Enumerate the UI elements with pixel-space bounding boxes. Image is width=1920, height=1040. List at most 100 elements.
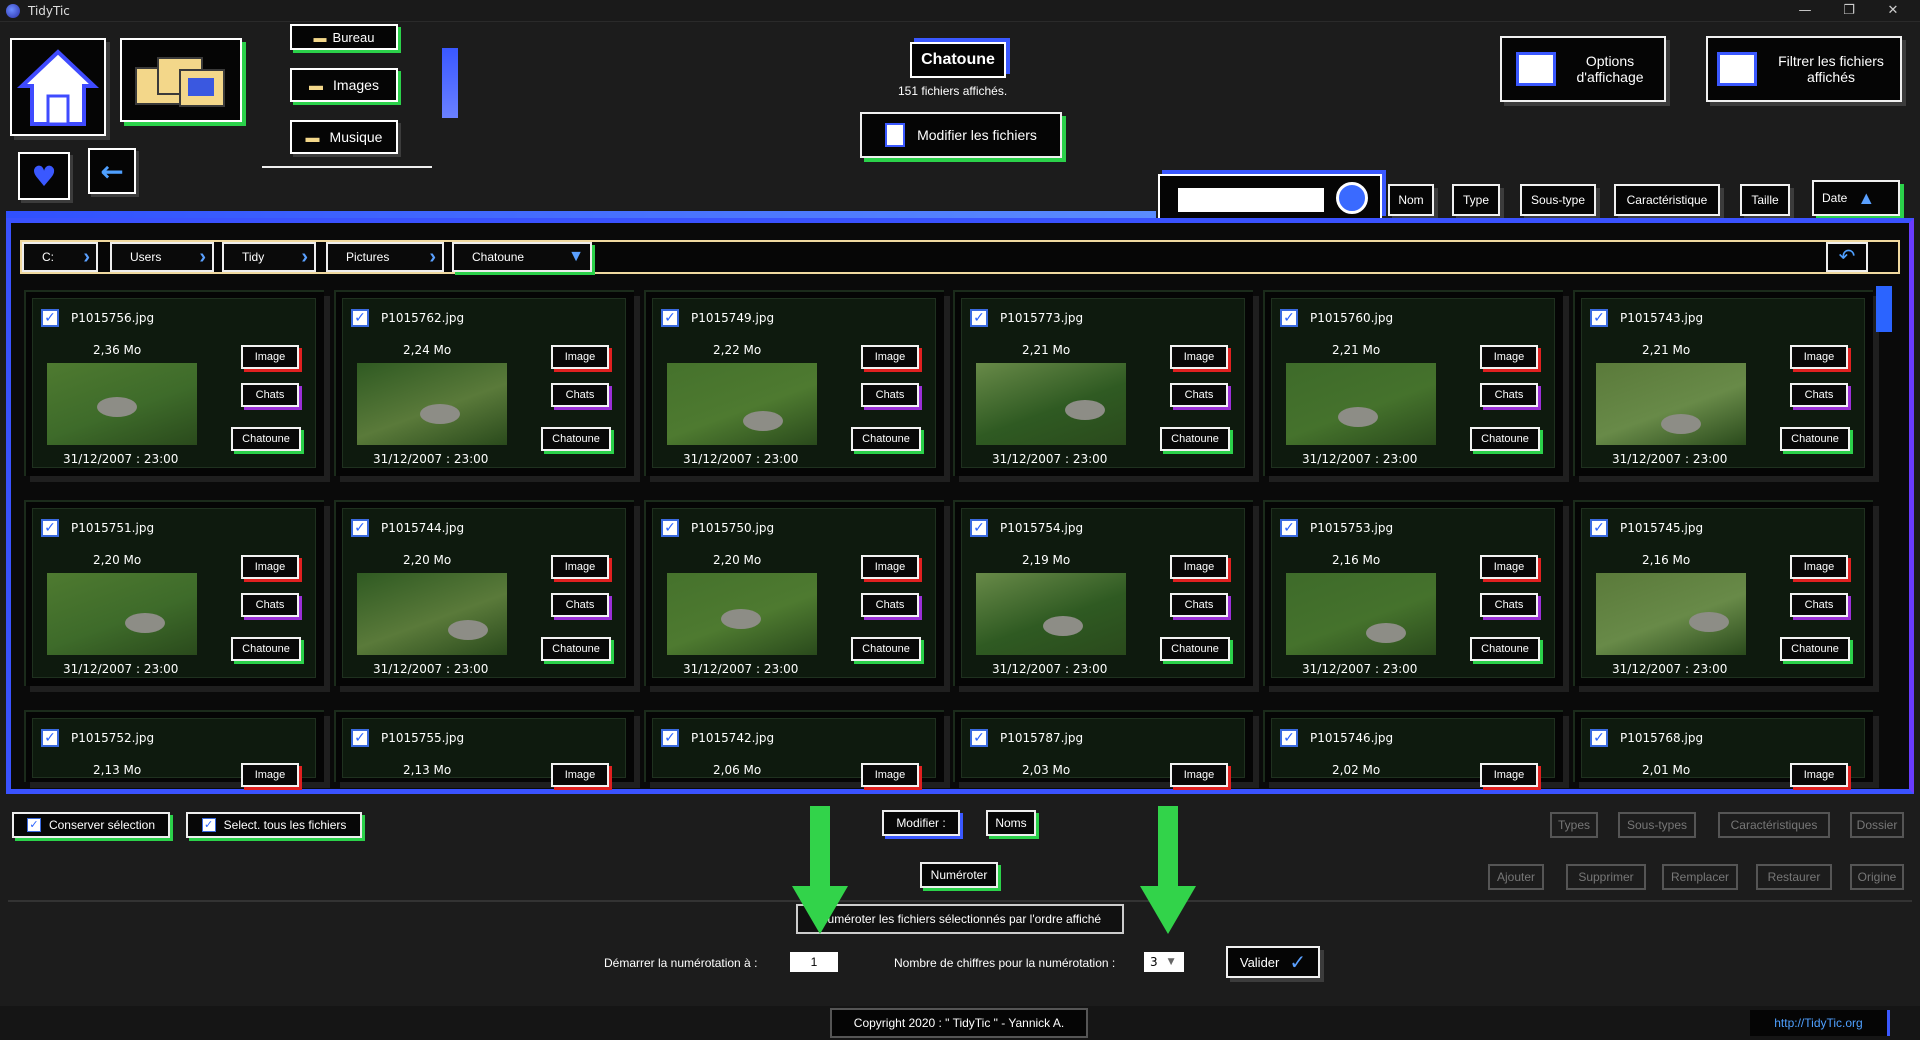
file-checkbox[interactable]: ✓ <box>1590 309 1608 327</box>
type-tag[interactable]: Image <box>1790 763 1848 787</box>
feature-tag[interactable]: Chatoune <box>1160 637 1230 661</box>
subtype-tag[interactable]: Chats <box>241 383 299 407</box>
subtype-tag[interactable]: Chats <box>1480 593 1538 617</box>
sort-type-button[interactable]: Type <box>1452 184 1500 216</box>
search-input[interactable] <box>1178 188 1324 212</box>
types-button[interactable]: Types <box>1550 812 1598 838</box>
file-checkbox[interactable]: ✓ <box>1590 729 1608 747</box>
file-checkbox[interactable]: ✓ <box>41 729 59 747</box>
breadcrumb-item-chatoune[interactable]: Chatoune ▼ <box>452 242 592 272</box>
back-button[interactable]: ← <box>88 148 136 194</box>
subtype-tag[interactable]: Chats <box>861 593 919 617</box>
file-checkbox[interactable]: ✓ <box>970 519 988 537</box>
favorites-button[interactable]: ♥ <box>18 152 70 200</box>
file-checkbox[interactable]: ✓ <box>1280 519 1298 537</box>
type-tag[interactable]: Image <box>1480 345 1538 369</box>
feature-tag[interactable]: Chatoune <box>851 637 921 661</box>
validate-button[interactable]: Valider ✓ <box>1226 946 1320 978</box>
file-thumbnail[interactable] <box>357 573 507 655</box>
file-card[interactable]: ✓ P1015755.jpg 2,13 Mo Image <box>334 710 634 787</box>
sort-date-button[interactable]: Date ▲ <box>1812 180 1900 216</box>
feature-tag[interactable]: Chatoune <box>541 427 611 451</box>
replace-button[interactable]: Remplacer <box>1662 864 1738 890</box>
file-checkbox[interactable]: ✓ <box>661 309 679 327</box>
file-checkbox[interactable]: ✓ <box>41 519 59 537</box>
sort-feature-button[interactable]: Caractéristique <box>1614 184 1720 216</box>
file-thumbnail[interactable] <box>1596 573 1746 655</box>
type-tag[interactable]: Image <box>1170 555 1228 579</box>
file-thumbnail[interactable] <box>357 363 507 445</box>
file-thumbnail[interactable] <box>667 573 817 655</box>
file-card[interactable]: ✓ P1015745.jpg 2,16 Mo Image Chats Chato… <box>1573 500 1873 686</box>
file-card[interactable]: ✓ P1015773.jpg 2,21 Mo Image Chats Chato… <box>953 290 1253 476</box>
digits-select[interactable]: 3 ▼ <box>1144 952 1184 972</box>
file-card[interactable]: ✓ P1015768.jpg 2,01 Mo Image <box>1573 710 1873 787</box>
sort-name-button[interactable]: Nom <box>1388 184 1434 216</box>
subtype-tag[interactable]: Chats <box>551 383 609 407</box>
breadcrumb-item-tidy[interactable]: Tidy › <box>222 242 316 272</box>
file-card[interactable]: ✓ P1015760.jpg 2,21 Mo Image Chats Chato… <box>1263 290 1563 476</box>
breadcrumb-item-c[interactable]: C: › <box>22 242 98 272</box>
sort-size-button[interactable]: Taille <box>1740 184 1790 216</box>
type-tag[interactable]: Image <box>1480 555 1538 579</box>
file-checkbox[interactable]: ✓ <box>1280 309 1298 327</box>
delete-button[interactable]: Supprimer <box>1566 864 1646 890</box>
start-number-input[interactable] <box>790 952 838 972</box>
breadcrumb-item-users[interactable]: Users › <box>110 242 214 272</box>
file-checkbox[interactable]: ✓ <box>1590 519 1608 537</box>
origin-button[interactable]: Origine <box>1850 864 1904 890</box>
subtype-tag[interactable]: Chats <box>551 593 609 617</box>
minimize-button[interactable]: — <box>1782 0 1828 22</box>
quick-folders-scrollbar[interactable] <box>442 48 458 118</box>
features-button[interactable]: Caractéristiques <box>1718 812 1830 838</box>
type-tag[interactable]: Image <box>241 555 299 579</box>
file-card[interactable]: ✓ P1015744.jpg 2,20 Mo Image Chats Chato… <box>334 500 634 686</box>
type-tag[interactable]: Image <box>241 345 299 369</box>
feature-tag[interactable]: Chatoune <box>851 427 921 451</box>
file-card[interactable]: ✓ P1015762.jpg 2,24 Mo Image Chats Chato… <box>334 290 634 476</box>
feature-tag[interactable]: Chatoune <box>231 427 301 451</box>
file-thumbnail[interactable] <box>976 363 1126 445</box>
filter-files-button[interactable]: Filtrer les fichiers affichés <box>1706 36 1902 102</box>
names-button[interactable]: Noms <box>986 810 1036 836</box>
folders-button[interactable] <box>120 38 242 122</box>
file-checkbox[interactable]: ✓ <box>970 309 988 327</box>
subtype-tag[interactable]: Chats <box>1170 383 1228 407</box>
file-card[interactable]: ✓ P1015753.jpg 2,16 Mo Image Chats Chato… <box>1263 500 1563 686</box>
type-tag[interactable]: Image <box>1480 763 1538 787</box>
file-grid-scrollbar[interactable] <box>1876 286 1892 332</box>
file-card[interactable]: ✓ P1015787.jpg 2,03 Mo Image <box>953 710 1253 787</box>
type-tag[interactable]: Image <box>1790 555 1848 579</box>
subtype-tag[interactable]: Chats <box>1170 593 1228 617</box>
file-checkbox[interactable]: ✓ <box>351 729 369 747</box>
subtypes-button[interactable]: Sous-types <box>1618 812 1696 838</box>
quick-folder-bureau[interactable]: ▬ Bureau <box>290 24 398 50</box>
folder-button[interactable]: Dossier <box>1850 812 1904 838</box>
website-link[interactable]: http://TidyTic.org <box>1750 1010 1890 1036</box>
file-thumbnail[interactable] <box>667 363 817 445</box>
feature-tag[interactable]: Chatoune <box>1470 427 1540 451</box>
file-thumbnail[interactable] <box>1286 573 1436 655</box>
file-checkbox[interactable]: ✓ <box>351 519 369 537</box>
close-button[interactable]: ✕ <box>1870 0 1916 22</box>
number-button[interactable]: Numéroter <box>920 862 998 888</box>
file-checkbox[interactable]: ✓ <box>970 729 988 747</box>
subtype-tag[interactable]: Chats <box>1790 383 1848 407</box>
feature-tag[interactable]: Chatoune <box>231 637 301 661</box>
subtype-tag[interactable]: Chats <box>1790 593 1848 617</box>
file-checkbox[interactable]: ✓ <box>41 309 59 327</box>
home-button[interactable] <box>10 38 106 136</box>
type-tag[interactable]: Image <box>551 345 609 369</box>
subtype-tag[interactable]: Chats <box>241 593 299 617</box>
file-checkbox[interactable]: ✓ <box>1280 729 1298 747</box>
feature-tag[interactable]: Chatoune <box>1470 637 1540 661</box>
display-options-button[interactable]: Options d'affichage <box>1500 36 1666 102</box>
sort-subtype-button[interactable]: Sous-type <box>1520 184 1596 216</box>
feature-tag[interactable]: Chatoune <box>1780 637 1850 661</box>
file-card[interactable]: ✓ P1015746.jpg 2,02 Mo Image <box>1263 710 1563 787</box>
type-tag[interactable]: Image <box>1170 763 1228 787</box>
file-card[interactable]: ✓ P1015751.jpg 2,20 Mo Image Chats Chato… <box>24 500 324 686</box>
subtype-tag[interactable]: Chats <box>861 383 919 407</box>
quick-folder-images[interactable]: ▬ Images <box>290 68 398 102</box>
type-tag[interactable]: Image <box>551 763 609 787</box>
